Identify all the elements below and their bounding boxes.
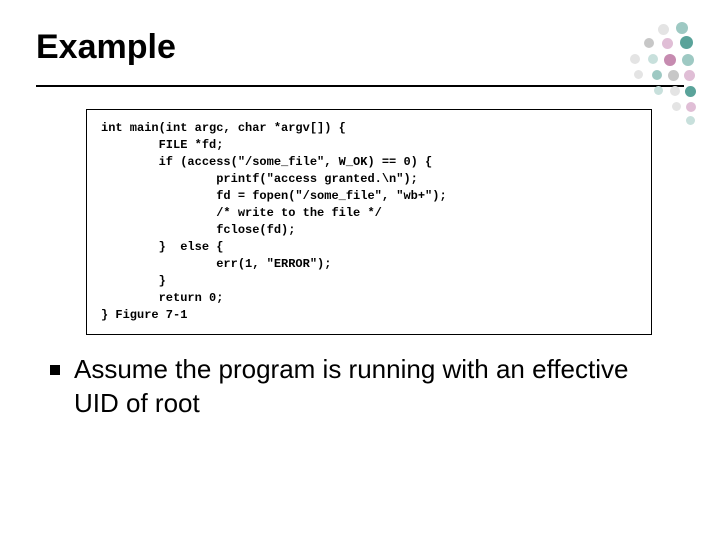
code-box: int main(int argc, char *argv[]) { FILE … [86, 109, 652, 335]
code-line: } Figure 7-1 [101, 308, 187, 322]
bullet-item: Assume the program is running with an ef… [50, 353, 670, 420]
slide: Example int main(int argc, char *argv[])… [0, 0, 720, 540]
code-line: return 0; [101, 291, 223, 305]
code-line: /* write to the file */ [101, 206, 382, 220]
code-line: if (access("/some_file", W_OK) == 0) { [101, 155, 432, 169]
slide-title: Example [36, 28, 684, 67]
code-line: fd = fopen("/some_file", "wb+"); [101, 189, 447, 203]
code-line: printf("access granted.\n"); [101, 172, 418, 186]
code-line: err(1, "ERROR"); [101, 257, 331, 271]
title-underline [36, 85, 684, 87]
bullet-text: Assume the program is running with an ef… [74, 353, 670, 420]
code-line: } [101, 274, 166, 288]
title-area: Example [0, 0, 720, 77]
code-line: } else { [101, 240, 223, 254]
bullet-icon [50, 365, 60, 375]
code-block: int main(int argc, char *argv[]) { FILE … [101, 120, 639, 324]
code-line: int main(int argc, char *argv[]) { [101, 121, 346, 135]
code-line: FILE *fd; [101, 138, 223, 152]
code-line: fclose(fd); [101, 223, 295, 237]
